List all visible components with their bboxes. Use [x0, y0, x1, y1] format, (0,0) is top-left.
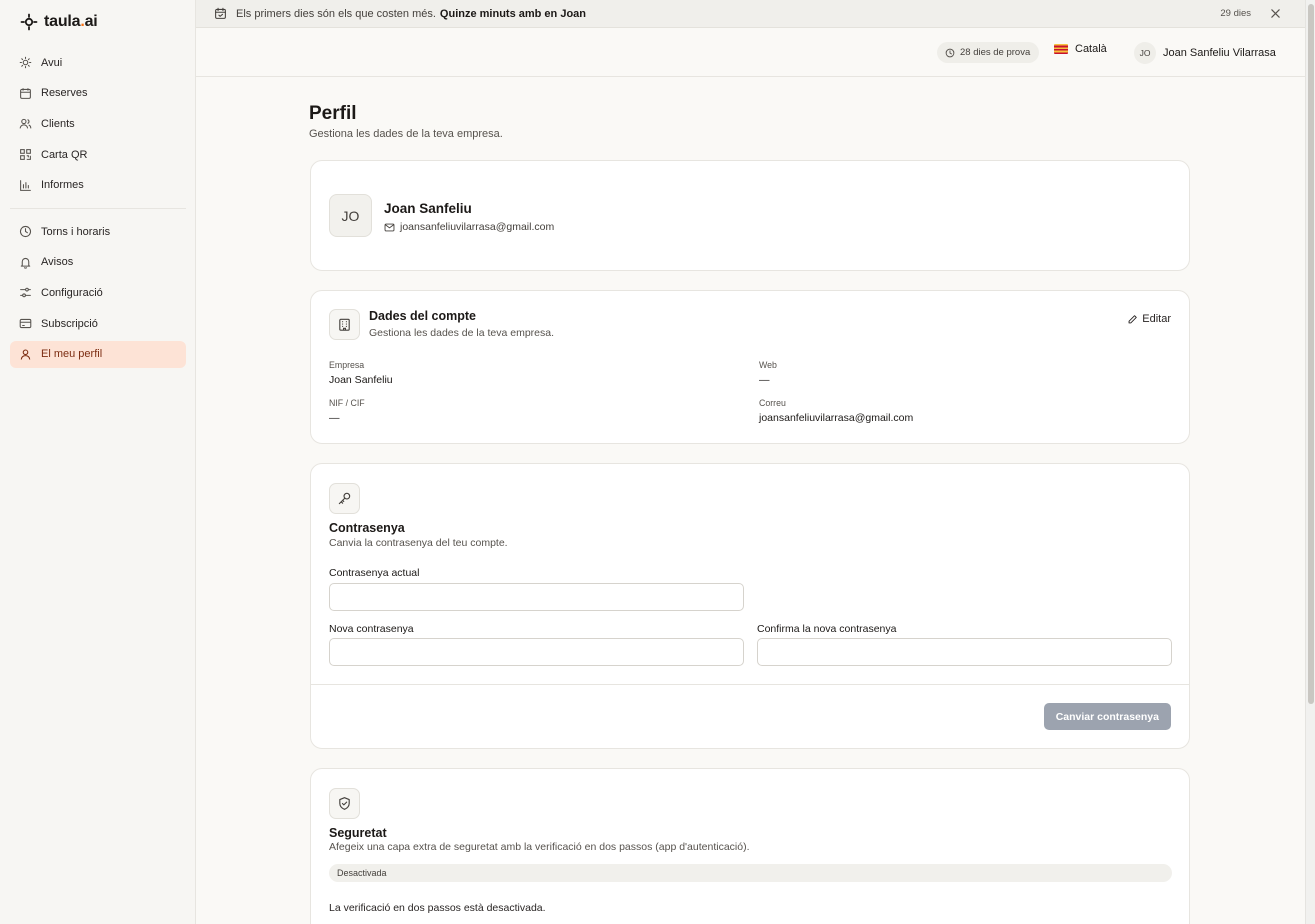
- page-subtitle: Gestiona les dades de la teva empresa.: [309, 128, 503, 140]
- nif-label: NIF / CIF: [329, 398, 365, 408]
- sidebar-item-avisos[interactable]: Avisos: [10, 249, 186, 276]
- qr-code-icon: [19, 148, 32, 161]
- sidebar-item-informes[interactable]: Informes: [10, 172, 186, 199]
- sidebar-item-reserves[interactable]: Reserves: [10, 80, 186, 107]
- sidebar: taula.ai Avui Reserves Clients Carta QR …: [0, 0, 196, 924]
- sidebar-item-label: Torns i horaris: [41, 225, 111, 238]
- account-title: Dades del compte: [369, 309, 476, 323]
- security-title: Seguretat: [329, 826, 387, 840]
- password-subtitle: Canvia la contrasenya del teu compte.: [329, 537, 508, 549]
- email-label: Correu: [759, 398, 786, 408]
- trial-days-text: 28 dies de prova: [960, 47, 1031, 58]
- current-password-input[interactable]: [329, 583, 744, 611]
- sun-icon: [19, 56, 32, 69]
- sidebar-item-avui[interactable]: Avui: [10, 49, 186, 76]
- current-password-label: Contrasenya actual: [329, 567, 420, 579]
- card-divider: [311, 684, 1189, 685]
- bell-icon: [19, 256, 32, 269]
- scrollbar-thumb[interactable]: [1308, 4, 1314, 704]
- profile-email: joansanfeliuvilarrasa@gmail.com: [384, 221, 554, 233]
- sidebar-item-label: Configuració: [41, 286, 103, 299]
- avatar: JO: [1134, 42, 1156, 64]
- mail-icon: [384, 222, 395, 233]
- users-icon: [19, 117, 32, 130]
- brand-logo[interactable]: taula.ai: [20, 13, 98, 31]
- nif-value: —: [329, 412, 340, 424]
- key-icon: [329, 483, 360, 514]
- calendar-check-icon: [214, 7, 227, 20]
- building-icon: [329, 309, 360, 340]
- settings-sliders-icon: [19, 286, 32, 299]
- sidebar-item-el-meu-perfil[interactable]: El meu perfil: [10, 340, 186, 368]
- sidebar-item-carta-qr[interactable]: Carta QR: [10, 141, 186, 168]
- email-value: joansanfeliuvilarrasa@gmail.com: [759, 412, 914, 424]
- brand-name: taula.ai: [44, 13, 98, 30]
- new-password-label: Nova contrasenya: [329, 623, 414, 635]
- sidebar-item-label: Avisos: [41, 256, 74, 269]
- language-label: Català: [1075, 43, 1107, 55]
- logo-mark-icon: [20, 13, 38, 31]
- change-password-button[interactable]: Canviar contrasenya: [1043, 703, 1171, 730]
- sidebar-item-label: El meu perfil: [41, 348, 103, 361]
- top-bar: 28 dies de prova Català JO Joan Sanfeliu…: [196, 28, 1305, 77]
- status-badge: Desactivada: [329, 864, 1172, 882]
- sidebar-divider: [10, 208, 186, 209]
- user-menu[interactable]: JO Joan Sanfeliu Vilarrasa: [1134, 42, 1276, 64]
- scrollbar[interactable]: [1305, 0, 1315, 924]
- sidebar-item-subscripcio[interactable]: Subscripció: [10, 310, 186, 337]
- web-label: Web: [759, 360, 777, 370]
- pencil-icon: [1127, 314, 1138, 325]
- banner-text: Els primers dies són els que costen més.: [236, 7, 436, 20]
- account-subtitle: Gestiona les dades de la teva empresa.: [369, 327, 555, 339]
- profile-email-text: joansanfeliuvilarrasa@gmail.com: [400, 221, 555, 233]
- security-subtitle: Afegeix una capa extra de seguretat amb …: [329, 841, 750, 853]
- sidebar-item-label: Informes: [41, 179, 84, 192]
- banner-days-left: 29 dies: [1220, 8, 1251, 19]
- close-icon[interactable]: [1270, 8, 1281, 19]
- sidebar-item-label: Avui: [41, 56, 63, 69]
- security-card: Seguretat Afegeix una capa extra de segu…: [310, 768, 1190, 924]
- sidebar-nav-main: Avui Reserves Clients Carta QR Informes: [10, 49, 186, 202]
- sidebar-item-clients[interactable]: Clients: [10, 110, 186, 137]
- banner-highlight-link[interactable]: Quinze minuts amb en Joan: [440, 8, 586, 20]
- profile-card: JO Joan Sanfeliu joansanfeliuvilarrasa@g…: [310, 160, 1190, 271]
- web-value: —: [759, 374, 770, 386]
- profile-name: Joan Sanfeliu: [384, 201, 472, 216]
- language-selector[interactable]: Català: [1054, 43, 1107, 55]
- user-name: Joan Sanfeliu Vilarrasa: [1163, 47, 1276, 59]
- sidebar-item-torns-i-horaris[interactable]: Torns i horaris: [10, 218, 186, 245]
- sidebar-item-label: Carta QR: [41, 148, 88, 161]
- trial-banner: Els primers dies són els que costen més.…: [196, 0, 1305, 28]
- confirm-password-input[interactable]: [757, 638, 1172, 666]
- sidebar-nav-secondary: Torns i horaris Avisos Configuració Subs…: [10, 218, 186, 371]
- sidebar-item-label: Clients: [41, 117, 75, 130]
- confirm-password-label: Confirma la nova contrasenya: [757, 623, 897, 635]
- page-title: Perfil: [309, 103, 357, 124]
- shield-check-icon: [329, 788, 360, 819]
- calendar-icon: [19, 87, 32, 100]
- company-value: Joan Sanfeliu: [329, 374, 393, 386]
- profile-avatar: JO: [329, 194, 372, 237]
- bar-chart-icon: [19, 179, 32, 192]
- trial-days-badge: 28 dies de prova: [937, 42, 1040, 63]
- account-card: Dades del compte Gestiona les dades de l…: [310, 290, 1190, 444]
- password-title: Contrasenya: [329, 521, 405, 535]
- company-label: Empresa: [329, 360, 365, 370]
- credit-card-icon: [19, 317, 32, 330]
- two-factor-status-text: La verificació en dos passos està desact…: [329, 902, 546, 914]
- catalan-flag-icon: [1054, 44, 1068, 54]
- edit-label: Editar: [1142, 313, 1171, 325]
- clock-icon: [19, 225, 32, 238]
- sidebar-item-label: Reserves: [41, 87, 88, 100]
- password-card: Contrasenya Canvia la contrasenya del te…: [310, 463, 1190, 749]
- user-icon: [19, 348, 32, 361]
- sidebar-item-label: Subscripció: [41, 317, 98, 330]
- edit-account-button[interactable]: Editar: [1127, 313, 1171, 325]
- sidebar-item-configuracio[interactable]: Configuració: [10, 279, 186, 306]
- clock-icon: [945, 48, 955, 58]
- new-password-input[interactable]: [329, 638, 744, 666]
